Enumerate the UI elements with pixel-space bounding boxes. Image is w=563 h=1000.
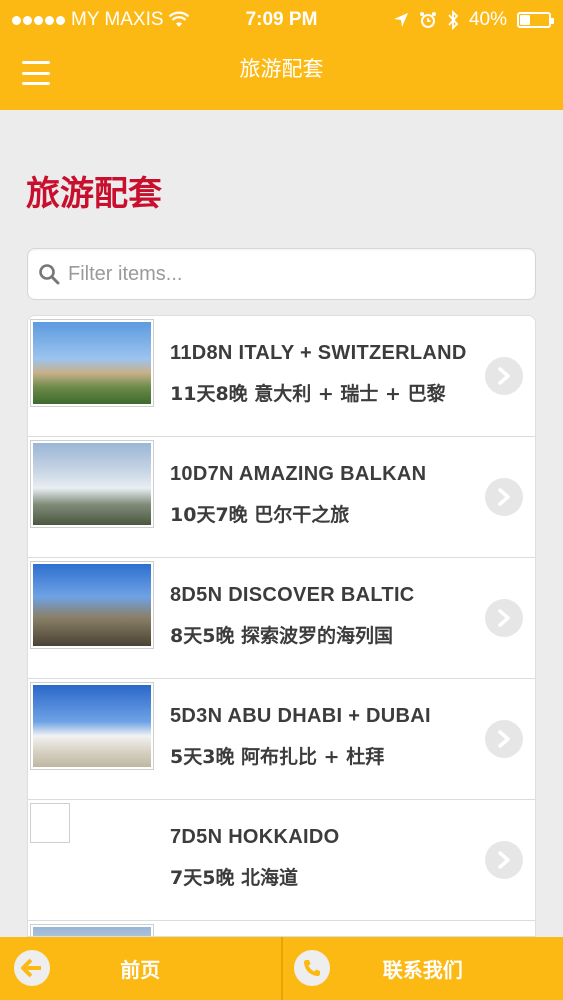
hamburger-menu-icon[interactable] <box>22 61 50 85</box>
list-item[interactable]: 5D3N ABU DHABI + DUBAI 5天3晚 阿布扎比 + 杜拜 <box>28 679 535 800</box>
package-thumbnail <box>30 682 154 770</box>
package-thumbnail-placeholder <box>30 803 70 843</box>
package-title: 11D8N ITALY + SWITZERLAND <box>170 342 467 364</box>
list-item[interactable]: 10D7N AMAZING BALKAN 10天7晚 巴尔干之旅 <box>28 437 535 558</box>
list-item[interactable] <box>28 921 535 936</box>
package-thumbnail <box>30 319 154 407</box>
list-item[interactable]: 8D5N DISCOVER BALTIC 8天5晚 探索波罗的海列国 <box>28 558 535 679</box>
status-bar: MY MAXIS 7:09 PM 40% <box>0 0 563 40</box>
package-thumbnail <box>30 561 154 649</box>
package-subtitle: 10天7晚 巴尔干之旅 <box>170 504 350 526</box>
chevron-right-icon[interactable] <box>485 841 523 879</box>
back-button[interactable]: 前页 <box>0 937 281 1000</box>
colosseum-eiffel-image <box>33 322 151 404</box>
partial-image <box>33 927 151 936</box>
package-thumbnail <box>30 924 154 936</box>
package-title: 10D7N AMAZING BALKAN <box>170 463 427 485</box>
carrier-name: MY MAXIS <box>71 9 164 30</box>
castle-snow-image <box>33 443 151 525</box>
wifi-icon <box>168 11 189 27</box>
package-subtitle: 11天8晚 意大利 + 瑞士 + 巴黎 <box>170 383 446 405</box>
location-arrow-icon <box>393 13 408 27</box>
contact-us-button[interactable]: 联系我们 <box>280 937 563 1000</box>
chevron-right-icon[interactable] <box>485 720 523 758</box>
package-subtitle: 5天3晚 阿布扎比 + 杜拜 <box>170 746 385 768</box>
page-title: 旅游配套 <box>26 174 162 214</box>
package-title: 5D3N ABU DHABI + DUBAI <box>170 705 431 727</box>
battery-percent: 40% <box>468 9 507 30</box>
phone-icon <box>293 950 330 986</box>
package-subtitle: 7天5晚 北海道 <box>170 867 299 889</box>
search-icon <box>39 264 60 285</box>
bottom-bar: 前页 联系我们 <box>0 937 563 1000</box>
list-item[interactable]: 7D5N HOKKAIDO 7天5晚 北海道 <box>28 800 535 921</box>
search-input[interactable] <box>68 262 525 286</box>
alarm-icon <box>419 12 436 28</box>
chevron-right-icon[interactable] <box>485 599 523 637</box>
back-arrow-icon <box>14 950 50 986</box>
list-item[interactable]: 11D8N ITALY + SWITZERLAND 11天8晚 意大利 + 瑞士… <box>28 316 535 437</box>
back-button-label: 前页 <box>120 958 161 982</box>
nav-bar: 旅游配套 <box>0 40 563 110</box>
mosque-image <box>33 685 151 767</box>
package-title: 8D5N DISCOVER BALTIC <box>170 584 415 606</box>
signal-dots-icon <box>12 9 67 31</box>
nav-title: 旅游配套 <box>239 57 324 81</box>
chevron-right-icon[interactable] <box>485 357 523 395</box>
package-list: 11D8N ITALY + SWITZERLAND 11天8晚 意大利 + 瑞士… <box>27 315 536 937</box>
hill-of-crosses-image <box>33 564 151 646</box>
package-thumbnail <box>30 440 154 528</box>
search-box <box>27 248 536 300</box>
bluetooth-icon <box>448 10 459 30</box>
package-subtitle: 8天5晚 探索波罗的海列国 <box>170 625 394 647</box>
chevron-right-icon[interactable] <box>485 478 523 516</box>
contact-us-label: 联系我们 <box>382 958 463 982</box>
battery-icon <box>517 12 554 28</box>
package-title: 7D5N HOKKAIDO <box>170 826 340 848</box>
